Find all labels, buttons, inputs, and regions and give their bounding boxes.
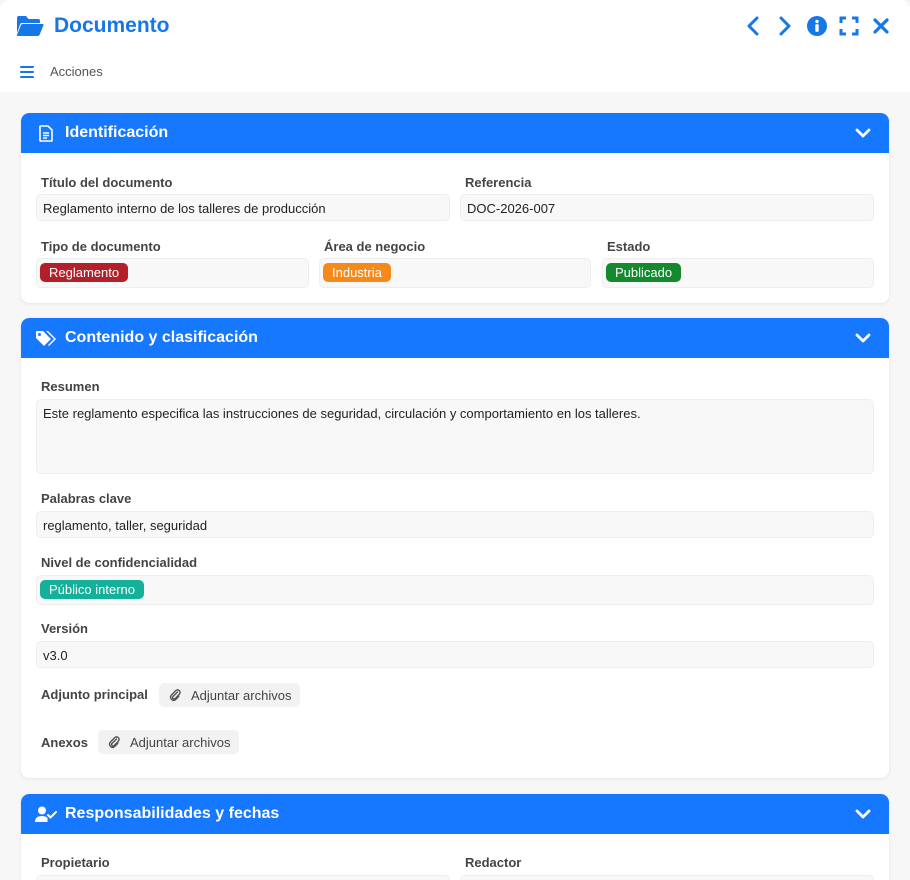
paperclip-icon (169, 689, 181, 702)
close-icon (873, 18, 889, 34)
section-identificacion: Identificación Título del documento Regl… (21, 113, 889, 303)
redactor-field[interactable] (460, 875, 874, 880)
redactor-label: Redactor (465, 855, 522, 870)
hamburger-icon (20, 65, 34, 78)
section-contenido: Contenido y clasificación Resumen Este r… (21, 318, 889, 778)
estado-tag: Publicado (606, 263, 682, 282)
nivel-tag: Público interno (40, 580, 144, 599)
propietario-field[interactable] (36, 875, 450, 880)
previous-button[interactable] (742, 14, 764, 38)
referencia-field[interactable]: DOC-2026-007 (460, 194, 874, 221)
resumen-field[interactable]: Este reglamento especifica las instrucci… (36, 399, 874, 474)
tipo-field[interactable]: Reglamento (36, 258, 309, 288)
document-window: Documento Acciones Identificación Título… (0, 0, 910, 880)
chevron-right-icon (779, 16, 791, 36)
info-button[interactable] (806, 14, 828, 38)
adjunto-attach-button[interactable]: Adjuntar archivos (159, 683, 301, 707)
next-button[interactable] (774, 14, 796, 38)
folder-open-icon (16, 15, 44, 37)
section-title: Responsabilidades y fechas (65, 805, 280, 822)
area-field[interactable]: Industria (319, 258, 591, 288)
close-button[interactable] (870, 14, 892, 38)
section-responsabilidades: Responsabilidades y fechas Propietario R… (21, 794, 889, 880)
estado-field[interactable]: Publicado (602, 258, 874, 288)
version-field[interactable]: v3.0 (36, 641, 874, 668)
chevron-left-icon (747, 16, 759, 36)
version-label: Versión (41, 621, 88, 636)
top-bar: Documento Acciones (0, 0, 910, 92)
anexos-attach-button[interactable]: Adjuntar archivos (98, 730, 240, 754)
section-header-responsabilidades[interactable]: Responsabilidades y fechas (21, 794, 889, 834)
referencia-label: Referencia (465, 175, 532, 190)
area-label: Área de negocio (324, 239, 426, 254)
titulo-field[interactable]: Reglamento interno de los talleres de pr… (36, 194, 450, 221)
tags-icon (35, 329, 57, 347)
actions-menu[interactable]: Acciones (20, 64, 103, 79)
chevron-down-icon (855, 128, 871, 138)
adjunto-label: Adjunto principal (41, 687, 148, 702)
palabras-label: Palabras clave (41, 491, 132, 506)
file-text-icon (35, 124, 57, 142)
window-actions (742, 14, 892, 38)
user-check-icon (35, 805, 57, 823)
fullscreen-button[interactable] (838, 14, 860, 38)
nivel-field[interactable]: Público interno (36, 575, 874, 605)
actions-menu-label: Acciones (50, 64, 103, 79)
section-title: Identificación (65, 124, 169, 141)
titulo-label: Título del documento (41, 175, 173, 190)
resumen-label: Resumen (41, 379, 100, 394)
tipo-label: Tipo de documento (41, 239, 161, 254)
anexos-label: Anexos (41, 735, 88, 750)
anexos-attach-label: Adjuntar archivos (130, 734, 231, 750)
chevron-down-icon (855, 333, 871, 343)
adjunto-attach-label: Adjuntar archivos (191, 687, 292, 703)
section-header-identificacion[interactable]: Identificación (21, 113, 889, 153)
tipo-tag: Reglamento (40, 263, 129, 282)
title-row: Documento (16, 10, 170, 42)
propietario-label: Propietario (41, 855, 110, 870)
paperclip-icon (108, 736, 120, 749)
page-title: Documento (54, 14, 170, 37)
section-title: Contenido y clasificación (65, 329, 258, 346)
estado-label: Estado (607, 239, 651, 254)
area-tag: Industria (323, 263, 391, 282)
chevron-down-icon (855, 809, 871, 819)
section-header-contenido[interactable]: Contenido y clasificación (21, 318, 889, 358)
expand-icon (839, 16, 859, 36)
nivel-label: Nivel de confidencialidad (41, 555, 198, 570)
info-icon (807, 16, 827, 36)
palabras-field[interactable]: reglamento, taller, seguridad (36, 511, 874, 538)
